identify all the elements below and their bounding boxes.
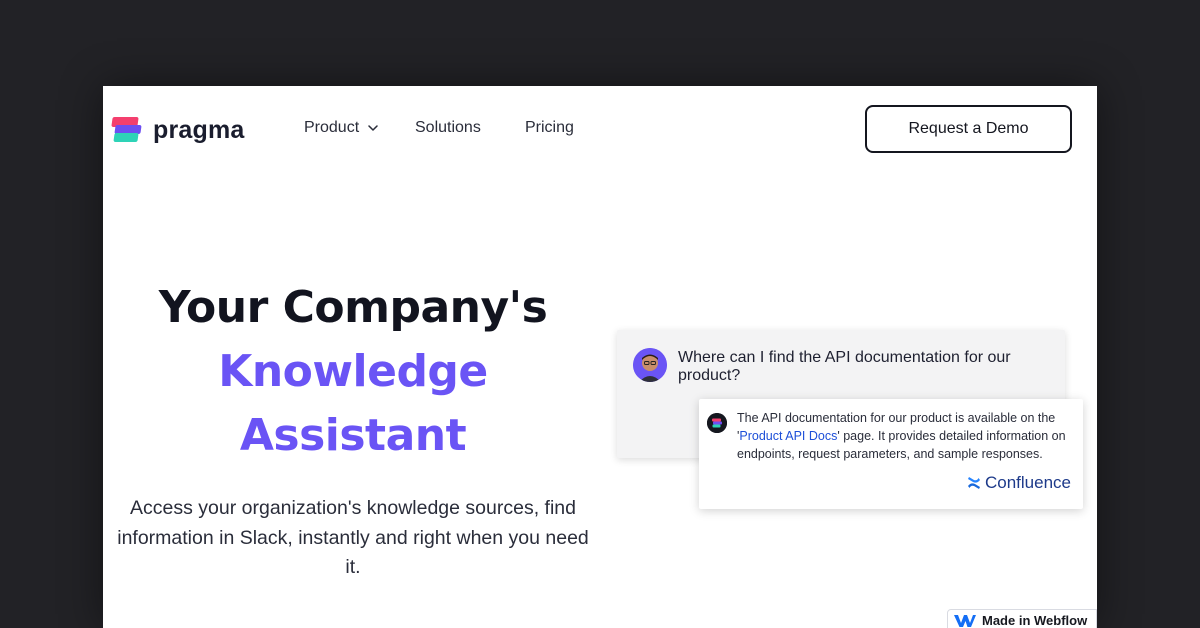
nav-item-label: Product	[304, 119, 360, 136]
answer-text: The API documentation for our product is…	[737, 409, 1073, 463]
product-api-docs-link[interactable]: Product API Docs	[739, 429, 837, 443]
webflow-icon	[954, 615, 976, 627]
chevron-down-icon	[368, 125, 378, 131]
confluence-source-link[interactable]: Confluence	[967, 473, 1071, 493]
nav-item-pricing[interactable]: Pricing	[525, 118, 574, 138]
webflow-badge-label: Made in Webflow	[982, 612, 1088, 628]
nav-item-product[interactable]: Product	[304, 118, 379, 138]
answer-card: The API documentation for our product is…	[699, 399, 1083, 509]
nav-item-solutions[interactable]: Solutions	[415, 118, 481, 138]
nav-item-label: Solutions	[415, 119, 481, 136]
nav-item-label: Pricing	[525, 119, 574, 136]
made-in-webflow-badge[interactable]: Made in Webflow	[947, 609, 1097, 628]
request-demo-button[interactable]: Request a Demo	[865, 105, 1072, 153]
brand-name: pragma	[153, 116, 245, 144]
webpage: pragma Product Solutions Pricing Request…	[103, 86, 1097, 628]
user-avatar	[633, 348, 667, 382]
hero-title-accent: Knowledge	[218, 346, 488, 397]
pragma-logo-icon	[111, 115, 142, 145]
hero-subtitle: Access your organization's knowledge sou…	[117, 497, 589, 578]
confluence-icon	[967, 477, 980, 489]
brand-logo[interactable]: pragma	[111, 115, 245, 145]
hero-title-accent: Assistant	[239, 410, 467, 461]
top-navigation: pragma Product Solutions Pricing Request…	[103, 86, 1097, 172]
hero-title: Your Company's Knowledge Assistant	[103, 276, 603, 468]
source-label: Confluence	[984, 473, 1071, 492]
bot-avatar-icon	[707, 413, 727, 433]
question-text: Where can I find the API documentation f…	[678, 349, 1011, 384]
hero-title-line: Your Company's	[158, 282, 548, 333]
user-avatar-icon	[633, 348, 667, 382]
